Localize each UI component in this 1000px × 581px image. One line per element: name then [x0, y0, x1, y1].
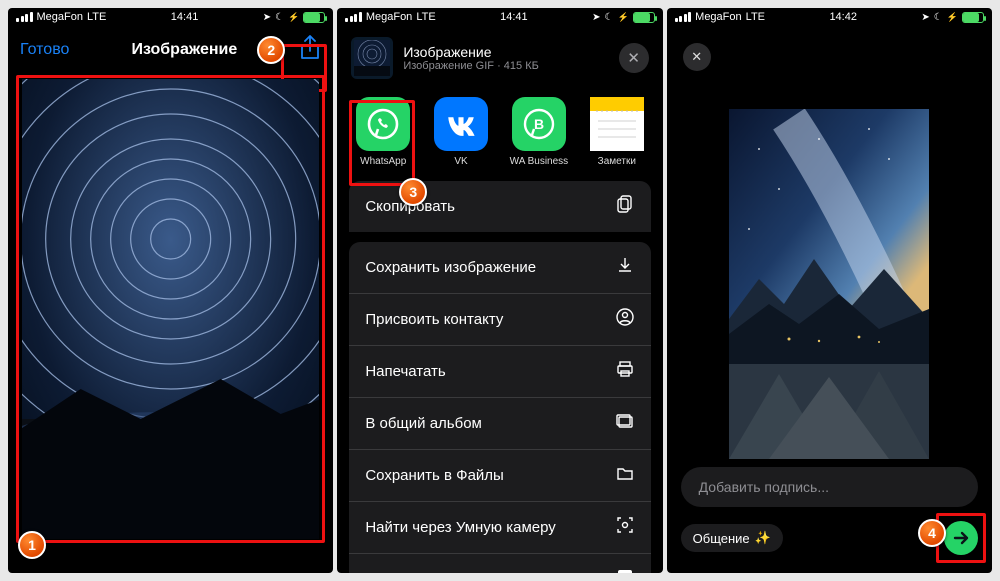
location-icon: ➤ — [921, 12, 929, 23]
clock-label: 14:41 — [171, 11, 199, 23]
dnd-icon: ☾ — [934, 12, 943, 23]
status-bar: MegaFon LTE 14:41 ➤ ☾ ⚡ — [8, 8, 333, 25]
folder-icon — [615, 463, 635, 488]
caption-placeholder: Добавить подпись... — [699, 479, 829, 495]
network-label: LTE — [416, 11, 435, 23]
action-save-image[interactable]: Сохранить изображение — [349, 242, 650, 294]
action-shared-album[interactable]: В общий альбом — [349, 398, 650, 450]
carrier-label: MegaFon — [37, 11, 83, 23]
wa-business-icon: B — [512, 97, 566, 151]
whatsapp-image-preview[interactable] — [729, 109, 929, 459]
phone-screen-3: MegaFon LTE 14:42 ➤ ☾ ⚡ ✕ — [667, 8, 992, 573]
charging-icon: ⚡ — [617, 12, 628, 23]
status-bar: MegaFon LTE 14:41 ➤ ☾ ⚡ — [337, 8, 662, 25]
share-sheet-header: Изображение Изображение GIF · 415 КБ ✕ — [337, 25, 662, 91]
dnd-icon: ☾ — [275, 12, 284, 23]
image-preview[interactable] — [22, 79, 319, 539]
download-icon — [615, 255, 635, 280]
annotation-frame-1 — [16, 75, 325, 543]
charging-icon: ⚡ — [288, 12, 299, 23]
location-icon: ➤ — [592, 12, 600, 23]
recipient-chip[interactable]: Общение ✨ — [681, 524, 783, 552]
phone-screen-1: MegaFon LTE 14:41 ➤ ☾ ⚡ Готово Изображен… — [8, 8, 333, 573]
action-assign-contact[interactable]: Присвоить контакту — [349, 294, 650, 346]
battery-icon — [962, 12, 984, 23]
pdf-icon: D — [615, 567, 635, 573]
location-icon: ➤ — [263, 12, 271, 23]
battery-icon — [303, 12, 325, 23]
scan-icon — [615, 515, 635, 540]
share-app-wabusiness[interactable]: B WA Business — [511, 97, 567, 167]
share-app-vk[interactable]: VK — [433, 97, 489, 167]
action-convert-pdf[interactable]: Конвертировать в PDF D — [349, 554, 650, 573]
album-icon — [615, 411, 635, 436]
network-label: LTE — [87, 11, 106, 23]
copy-icon — [615, 194, 635, 219]
printer-icon — [615, 359, 635, 384]
caption-input[interactable]: Добавить подпись... — [681, 467, 978, 507]
signal-icon — [16, 12, 33, 22]
annotation-frame-3 — [349, 100, 415, 186]
page-title: Изображение — [131, 41, 237, 59]
notes-icon — [590, 97, 644, 151]
done-button[interactable]: Готово — [20, 41, 69, 59]
share-subtitle: Изображение GIF · 415 КБ — [403, 60, 539, 72]
share-title: Изображение — [403, 44, 539, 60]
signal-icon — [675, 12, 692, 22]
sparkle-icon: ✨ — [755, 530, 771, 546]
dnd-icon: ☾ — [604, 12, 613, 23]
action-smart-camera[interactable]: Найти через Умную камеру — [349, 502, 650, 554]
status-bar: MegaFon LTE 14:42 ➤ ☾ ⚡ — [667, 8, 992, 25]
action-print[interactable]: Напечатать — [349, 346, 650, 398]
carrier-label: MegaFon — [695, 11, 741, 23]
action-copy[interactable]: Скопировать — [349, 181, 650, 232]
close-button[interactable]: ✕ — [683, 43, 711, 71]
clock-label: 14:42 — [829, 11, 857, 23]
phone-screen-2: MegaFon LTE 14:41 ➤ ☾ ⚡ Изображение Изоб… — [337, 8, 662, 573]
whatsapp-header: ✕ — [667, 25, 992, 89]
charging-icon: ⚡ — [947, 12, 958, 23]
signal-icon — [345, 12, 362, 22]
share-thumbnail — [351, 37, 393, 79]
action-save-files[interactable]: Сохранить в Файлы — [349, 450, 650, 502]
carrier-label: MegaFon — [366, 11, 412, 23]
share-actions-list: Скопировать Сохранить изображение Присво… — [337, 181, 662, 573]
svg-text:B: B — [534, 116, 544, 132]
network-label: LTE — [746, 11, 765, 23]
close-button[interactable]: ✕ — [619, 43, 649, 73]
annotation-4: 4 — [918, 519, 946, 547]
clock-label: 14:41 — [500, 11, 528, 23]
vk-icon — [434, 97, 488, 151]
share-app-notes[interactable]: Заметки — [589, 97, 645, 167]
battery-icon — [633, 12, 655, 23]
annotation-1: 1 — [18, 531, 46, 559]
person-circle-icon — [615, 307, 635, 332]
